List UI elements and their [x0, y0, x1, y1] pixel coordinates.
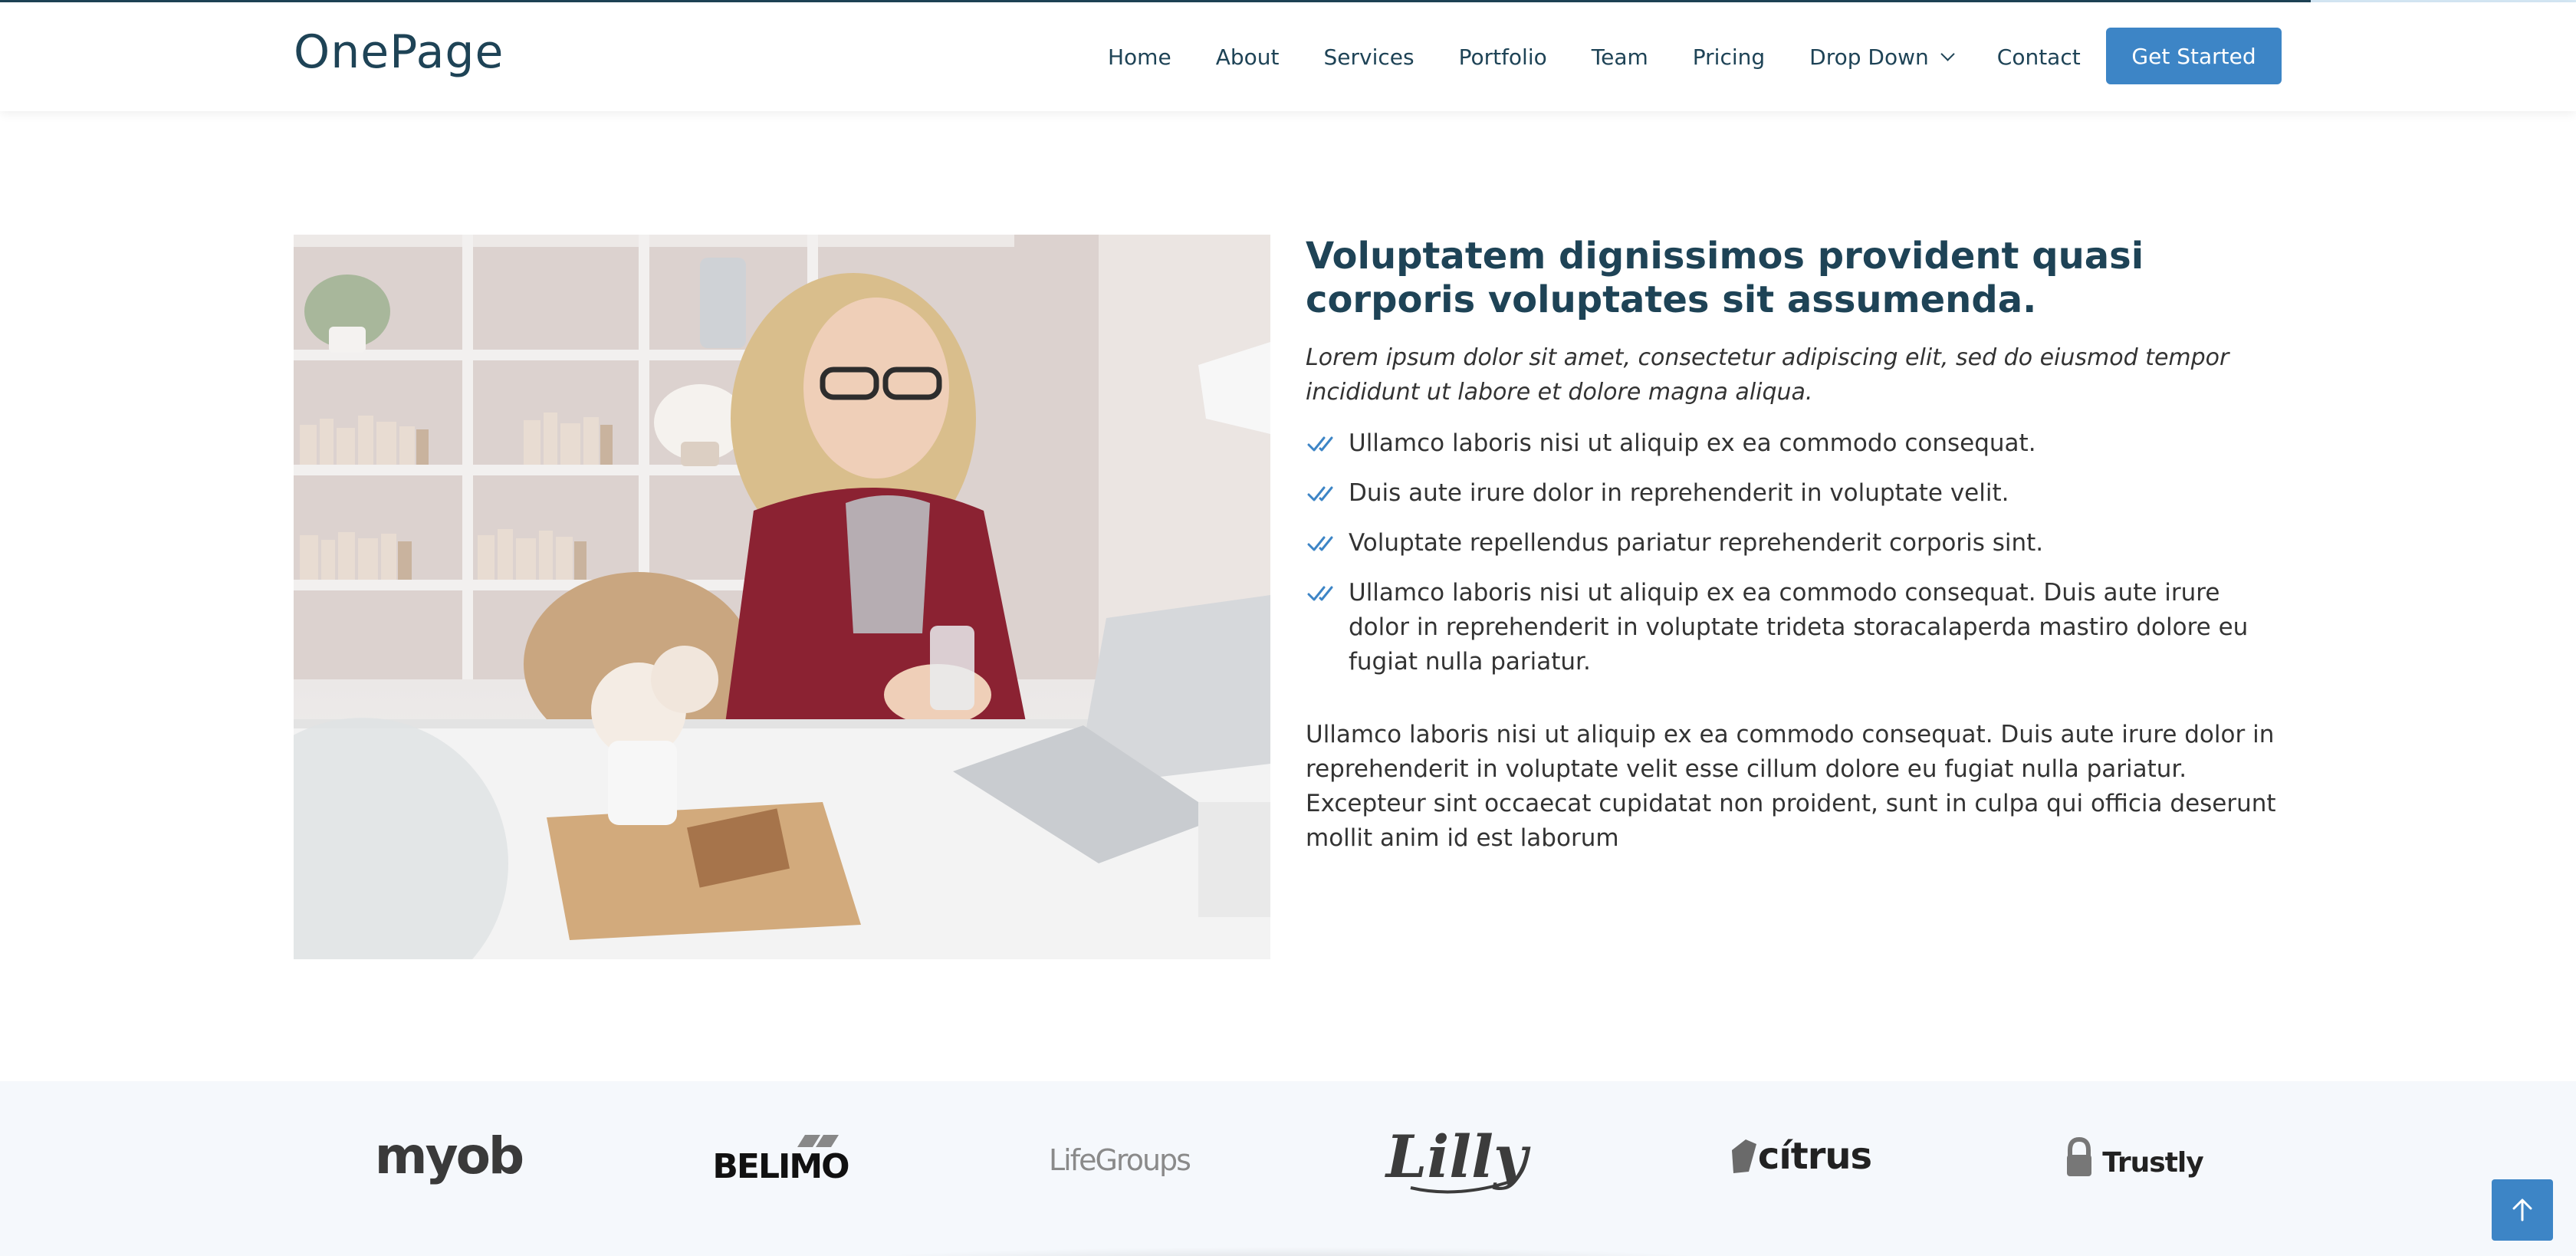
nav-about[interactable]: About	[1216, 44, 1280, 70]
site-logo[interactable]: OnePage	[294, 25, 504, 79]
svg-text:cítrus: cítrus	[1758, 1135, 1871, 1178]
double-check-icon	[1307, 486, 1333, 501]
checklist-text: Duis aute irure dolor in reprehenderit i…	[1349, 479, 2009, 507]
list-item: Ullamco laboris nisi ut aliquip ex ea co…	[1306, 576, 2279, 679]
client-logo-lilly[interactable]: Lilly	[1372, 1112, 1541, 1204]
get-started-button[interactable]: Get Started	[2106, 28, 2282, 84]
nav-dropdown-label: Drop Down	[1809, 44, 1929, 70]
list-item: Voluptate repellendus pariatur reprehend…	[1306, 526, 2279, 561]
nav-dropdown[interactable]: Drop Down	[1809, 44, 1955, 70]
about-paragraph: Ullamco laboris nisi ut aliquip ex ea co…	[1306, 721, 2276, 852]
nav-home[interactable]: Home	[1108, 44, 1171, 70]
double-check-icon	[1307, 586, 1333, 601]
checklist-text: Ullamco laboris nisi ut aliquip ex ea co…	[1349, 579, 2249, 676]
list-item: Ullamco laboris nisi ut aliquip ex ea co…	[1306, 426, 2279, 461]
checklist-text: Voluptate repellendus pariatur reprehend…	[1349, 529, 2044, 557]
about-lead: Lorem ipsum dolor sit amet, consectetur …	[1306, 344, 2229, 406]
back-to-top-button[interactable]	[2492, 1179, 2553, 1241]
nav-services[interactable]: Services	[1323, 44, 1414, 70]
section-shadow	[828, 1247, 1748, 1256]
about-title: Voluptatem dignissimos provident quasi c…	[1306, 235, 2144, 321]
nav-team[interactable]: Team	[1592, 44, 1648, 70]
checklist-text: Ullamco laboris nisi ut aliquip ex ea co…	[1349, 429, 2036, 457]
svg-text:Trustly: Trustly	[2102, 1147, 2203, 1179]
client-logo-lifegroups[interactable]: LifeGroups	[1035, 1112, 1204, 1204]
nav-contact[interactable]: Contact	[1997, 44, 2081, 70]
about-content: Voluptatem dignissimos provident quasi c…	[1306, 235, 2279, 856]
list-item: Duis aute irure dolor in reprehenderit i…	[1306, 476, 2279, 511]
chevron-down-icon	[1940, 46, 1955, 61]
about-image	[294, 235, 1270, 959]
client-logo-belimo[interactable]: BELIMO	[698, 1112, 866, 1204]
svg-text:LifeGroups: LifeGroups	[1049, 1143, 1190, 1177]
site-header: OnePage Home About Services Portfolio Te…	[0, 2, 2576, 111]
nav-pricing[interactable]: Pricing	[1693, 44, 1765, 70]
double-check-icon	[1307, 536, 1333, 551]
client-logo-citrus[interactable]: cítrus	[1717, 1112, 1878, 1204]
svg-text:myob: myob	[375, 1127, 523, 1185]
arrow-up-icon	[2512, 1198, 2532, 1221]
nav-portfolio[interactable]: Portfolio	[1459, 44, 1547, 70]
client-logo-trustly[interactable]: Trustly	[2055, 1112, 2223, 1204]
about-checklist: Ullamco laboris nisi ut aliquip ex ea co…	[1306, 426, 2279, 679]
double-check-icon	[1307, 436, 1333, 452]
client-logo-myob[interactable]: myob	[368, 1112, 529, 1204]
clients-section: myob BELIMO LifeGroups Lilly cítrus Trus…	[0, 1081, 2576, 1256]
svg-text:BELIMO: BELIMO	[712, 1147, 849, 1186]
main-nav: Home About Services Portfolio Team Prici…	[1086, 2, 2103, 111]
